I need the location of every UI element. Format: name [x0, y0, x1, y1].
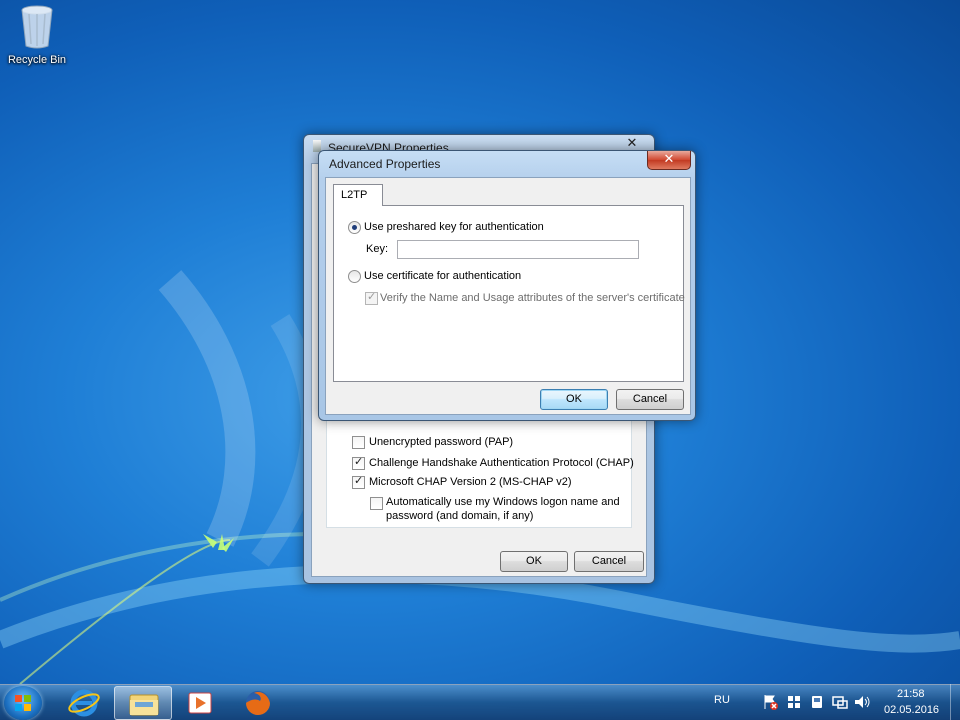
pap-checkbox[interactable] — [352, 436, 365, 449]
ok-button[interactable]: OK — [540, 389, 608, 410]
certificate-label: Use certificate for authentication — [364, 270, 522, 282]
taskbar-firefox[interactable] — [230, 686, 286, 720]
cancel-button[interactable]: Cancel — [574, 551, 644, 572]
firefox-icon — [246, 691, 270, 715]
internet-explorer-icon — [68, 689, 100, 717]
cancel-button[interactable]: Cancel — [616, 389, 684, 410]
action-center-flag-icon[interactable] — [761, 693, 779, 711]
ok-button[interactable]: OK — [500, 551, 568, 572]
verify-certificate-label: Verify the Name and Usage attributes of … — [380, 292, 685, 304]
tab-l2tp-label: L2TP — [341, 189, 368, 201]
advanced-properties-dialog[interactable]: Advanced Properties ✕ L2TP Use preshared… — [318, 150, 696, 421]
recycle-bin-label: Recycle Bin — [7, 54, 67, 66]
chap-label: Challenge Handshake Authentication Proto… — [369, 457, 634, 469]
preshared-key-label: Use preshared key for authentication — [364, 221, 544, 233]
clock-date[interactable]: 02.05.2016 — [884, 704, 939, 716]
mschap-v2-label: Microsoft CHAP Version 2 (MS-CHAP v2) — [369, 476, 572, 488]
recycle-bin-icon — [21, 5, 53, 49]
windows-logo-icon — [15, 695, 31, 711]
taskbar-explorer[interactable] — [114, 686, 172, 720]
preshared-key-radio[interactable] — [348, 221, 361, 234]
windows-update-icon[interactable] — [785, 693, 803, 711]
taskbar-media-player[interactable] — [172, 686, 228, 720]
key-label: Key: — [366, 243, 389, 255]
pap-label: Unencrypted password (PAP) — [369, 436, 514, 448]
mschap-v2-checkbox[interactable]: ✓ — [352, 474, 365, 489]
check-mark-icon: ✓ — [367, 290, 377, 303]
key-input[interactable] — [397, 240, 639, 259]
show-desktop-button[interactable] — [950, 684, 960, 720]
close-button[interactable]: ✕ — [647, 151, 691, 170]
check-mark-icon: ✓ — [354, 455, 364, 468]
volume-icon[interactable] — [853, 693, 871, 711]
taskbar-internet-explorer[interactable] — [56, 686, 112, 720]
language-indicator[interactable]: RU — [714, 694, 730, 706]
tab-l2tp[interactable]: L2TP — [333, 184, 383, 206]
recycle-bin[interactable]: Recycle Bin — [4, 4, 70, 66]
auto-logon-label-line2: password (and domain, if any) — [386, 510, 534, 522]
dialog-title: Advanced Properties — [329, 157, 441, 171]
auto-logon-label-line1: Automatically use my Windows logon name … — [386, 496, 620, 508]
auto-logon-checkbox[interactable] — [370, 497, 383, 510]
media-player-icon — [188, 692, 212, 714]
check-mark-icon: ✓ — [354, 474, 364, 487]
chap-checkbox[interactable]: ✓ — [352, 455, 365, 470]
folder-icon — [129, 694, 159, 716]
clock-time[interactable]: 21:58 — [897, 688, 925, 700]
start-button[interactable] — [4, 686, 42, 720]
tab-panel: Use preshared key for authentication Key… — [333, 205, 685, 382]
dialog-client-area: L2TP Use preshared key for authenticatio… — [325, 177, 691, 415]
verify-certificate-checkbox[interactable]: ✓ — [365, 290, 378, 305]
certificate-radio[interactable] — [348, 270, 361, 283]
network-icon[interactable] — [831, 693, 849, 711]
device-icon[interactable] — [808, 693, 826, 711]
